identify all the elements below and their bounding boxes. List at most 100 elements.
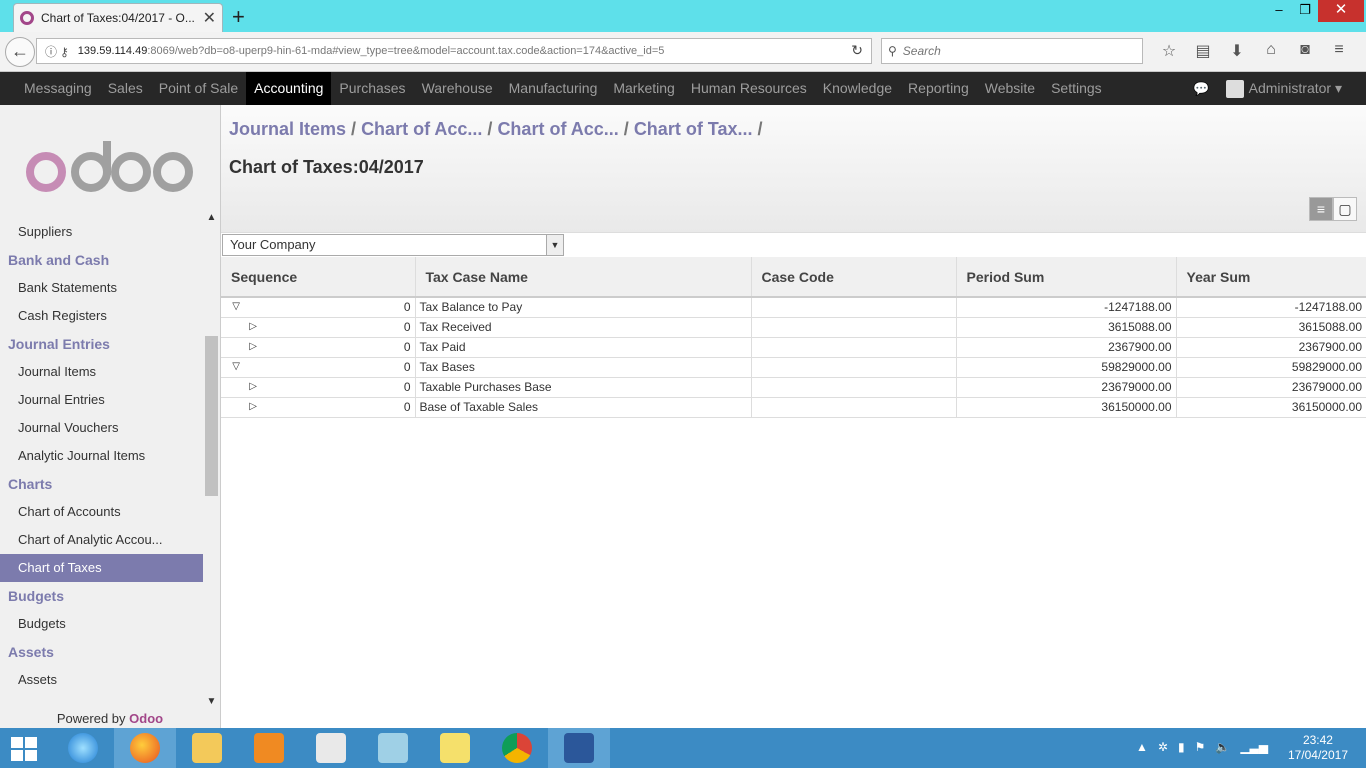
form-view-icon[interactable]: ▢ bbox=[1333, 197, 1357, 221]
sidebar-item-analytic-journal-items[interactable]: Analytic Journal Items bbox=[0, 442, 203, 470]
topmenu-item-reporting[interactable]: Reporting bbox=[900, 72, 977, 105]
scroll-up-icon[interactable]: ▲ bbox=[203, 211, 220, 225]
word-icon[interactable] bbox=[548, 728, 610, 768]
table-row[interactable]: ▷ 0 Taxable Purchases Base 23679000.00 23679… bbox=[221, 377, 1366, 398]
tray-expand-icon[interactable]: ▲ bbox=[1136, 740, 1148, 754]
minimize-icon[interactable]: – bbox=[1266, 0, 1292, 22]
media-player-icon[interactable] bbox=[238, 728, 300, 768]
table-row[interactable]: ▷ 0 Base of Taxable Sales 36150000.00 361500… bbox=[221, 397, 1366, 418]
sidebar-item-cash-registers[interactable]: Cash Registers bbox=[0, 302, 203, 330]
sidebar-item-chart-of-taxes[interactable]: Chart of Taxes bbox=[0, 554, 203, 582]
sidebar-item-journal-vouchers[interactable]: Journal Vouchers bbox=[0, 414, 203, 442]
notepad-icon[interactable] bbox=[362, 728, 424, 768]
table-row[interactable]: ▷ 0 Tax Received 3615088.00 3615088.00 bbox=[221, 317, 1366, 338]
collapsed-triangle-icon[interactable]: ▷ bbox=[241, 341, 257, 352]
sidebar-section-bank-and-cash: Bank and Cash bbox=[8, 252, 110, 268]
list-view-icon[interactable]: ≡ bbox=[1309, 197, 1333, 221]
sidebar: Suppliers Bank and Cash Bank Statements Cas… bbox=[0, 105, 221, 728]
company-select[interactable]: Your Company ▼ bbox=[222, 234, 564, 256]
network-status-icon[interactable]: ✲ bbox=[1158, 740, 1168, 754]
topmenu-item-marketing[interactable]: Marketing bbox=[605, 72, 682, 105]
table-row[interactable]: ▷ 0 Tax Paid 2367900.00 2367900.00 bbox=[221, 337, 1366, 358]
sidebar-item-bank-statements[interactable]: Bank Statements bbox=[0, 274, 203, 302]
restore-icon[interactable]: ❐ bbox=[1292, 0, 1318, 22]
powered-by-link[interactable]: Odoo bbox=[129, 711, 163, 726]
chat-icon[interactable]: 💬 bbox=[1193, 81, 1209, 97]
topmenu-item-settings[interactable]: Settings bbox=[1043, 72, 1110, 105]
topmenu-item-messaging[interactable]: Messaging bbox=[16, 72, 100, 105]
expanded-triangle-icon[interactable]: ▽ bbox=[224, 361, 240, 372]
column-header-code[interactable]: Case Code bbox=[751, 257, 957, 298]
firefox-icon[interactable] bbox=[114, 728, 176, 768]
collapsed-triangle-icon[interactable]: ▷ bbox=[241, 381, 257, 392]
topmenu-item-website[interactable]: Website bbox=[977, 72, 1043, 105]
browser-search-input[interactable] bbox=[902, 44, 1123, 58]
windows-start-icon[interactable] bbox=[11, 737, 39, 761]
column-header-year-sum[interactable]: Year Sum bbox=[1176, 257, 1366, 298]
pocket-icon[interactable]: ◙ bbox=[1288, 41, 1322, 61]
column-header-sequence[interactable]: Sequence bbox=[221, 257, 416, 298]
collapsed-triangle-icon[interactable]: ▷ bbox=[241, 401, 257, 412]
internet-explorer-icon[interactable] bbox=[52, 728, 114, 768]
sequence-cell: ▷ 0 bbox=[221, 317, 416, 338]
avatar[interactable] bbox=[1225, 79, 1244, 98]
reading-list-icon[interactable]: ▤ bbox=[1186, 41, 1220, 61]
period-sum-cell: 23679000.00 bbox=[956, 377, 1177, 398]
download-icon[interactable]: ⬇ bbox=[1220, 41, 1254, 61]
file-explorer-icon[interactable] bbox=[176, 728, 238, 768]
sidebar-item-chart-of-analytic-accou[interactable]: Chart of Analytic Accou... bbox=[0, 526, 203, 554]
sticky-notes-icon[interactable] bbox=[424, 728, 486, 768]
signal-icon[interactable]: ▁▃▅ bbox=[1240, 740, 1268, 754]
topmenu-item-accounting[interactable]: Accounting bbox=[246, 72, 332, 105]
calendar-app-icon[interactable] bbox=[300, 728, 362, 768]
breadcrumb-item[interactable]: Chart of Acc... bbox=[497, 119, 618, 139]
topmenu-item-sales[interactable]: Sales bbox=[100, 72, 151, 105]
chevron-down-icon[interactable]: ▼ bbox=[546, 235, 563, 255]
reload-icon[interactable]: ↻ bbox=[851, 42, 863, 59]
user-menu[interactable]: Administrator ▾ bbox=[1249, 80, 1342, 97]
sidebar-item-assets[interactable]: Assets bbox=[0, 666, 203, 694]
close-tab-icon[interactable]: ✕ bbox=[203, 8, 216, 28]
url-bar[interactable]: ⓘ⚷ 139.59.114.49 :8069/web?db=o8-uperp9-… bbox=[36, 38, 872, 64]
collapsed-triangle-icon[interactable]: ▷ bbox=[241, 321, 257, 332]
topmenu-item-knowledge[interactable]: Knowledge bbox=[815, 72, 900, 105]
battery-icon[interactable]: ▮ bbox=[1178, 740, 1185, 754]
chrome-icon[interactable] bbox=[486, 728, 548, 768]
flag-icon[interactable]: ⚑ bbox=[1195, 740, 1206, 754]
sidebar-scrollbar[interactable]: ▲ ▼ bbox=[203, 211, 220, 711]
topmenu-item-purchases[interactable]: Purchases bbox=[331, 72, 413, 105]
column-header-name[interactable]: Tax Case Name bbox=[415, 257, 752, 298]
browser-search[interactable]: ⚲ bbox=[881, 38, 1143, 64]
breadcrumb-item[interactable]: Chart of Acc... bbox=[361, 119, 482, 139]
sidebar-item-suppliers[interactable]: Suppliers bbox=[0, 218, 203, 246]
site-info-icon[interactable]: ⓘ⚷ bbox=[45, 43, 72, 60]
hamburger-menu-icon[interactable]: ≡ bbox=[1322, 41, 1356, 61]
volume-icon[interactable]: 🔈 bbox=[1215, 740, 1230, 754]
scroll-thumb[interactable] bbox=[205, 336, 218, 496]
table-row[interactable]: ▽ 0 Tax Bases 59829000.00 59829000.00 bbox=[221, 357, 1366, 378]
table-row[interactable]: ▽ 0 Tax Balance to Pay -1247188.00 -1247188.… bbox=[221, 297, 1366, 318]
window-close-icon[interactable]: ✕ bbox=[1318, 0, 1364, 22]
topmenu-item-point-of-sale[interactable]: Point of Sale bbox=[151, 72, 246, 105]
taskbar: ▲ ✲ ▮ ⚑ 🔈 ▁▃▅ 23:42 17/04/2017 bbox=[0, 728, 1366, 768]
breadcrumb-item[interactable]: Chart of Tax... bbox=[634, 119, 753, 139]
scroll-down-icon[interactable]: ▼ bbox=[203, 695, 220, 709]
sidebar-item-journal-entries[interactable]: Journal Entries bbox=[0, 386, 203, 414]
expanded-triangle-icon[interactable]: ▽ bbox=[224, 301, 240, 312]
topmenu-item-warehouse[interactable]: Warehouse bbox=[414, 72, 501, 105]
sidebar-item-journal-items[interactable]: Journal Items bbox=[0, 358, 203, 386]
home-icon[interactable]: ⌂ bbox=[1254, 41, 1288, 61]
breadcrumb-item[interactable]: Journal Items bbox=[229, 119, 346, 139]
bookmark-star-icon[interactable]: ☆ bbox=[1152, 41, 1186, 61]
sidebar-item-chart-of-accounts[interactable]: Chart of Accounts bbox=[0, 498, 203, 526]
year-sum-cell: 59829000.00 bbox=[1176, 357, 1366, 378]
column-header-period-sum[interactable]: Period Sum bbox=[956, 257, 1177, 298]
topmenu-item-manufacturing[interactable]: Manufacturing bbox=[501, 72, 606, 105]
sidebar-item-budgets[interactable]: Budgets bbox=[0, 610, 203, 638]
back-button[interactable]: ← bbox=[5, 37, 35, 67]
topmenu-item-human-resources[interactable]: Human Resources bbox=[683, 72, 815, 105]
clock[interactable]: 23:42 17/04/2017 bbox=[1288, 733, 1348, 763]
new-tab-button[interactable]: + bbox=[232, 4, 245, 30]
tax-case-name-cell: Tax Balance to Pay bbox=[415, 297, 752, 318]
browser-tab[interactable]: Chart of Taxes:04/2017 - O... ✕ bbox=[13, 3, 223, 32]
